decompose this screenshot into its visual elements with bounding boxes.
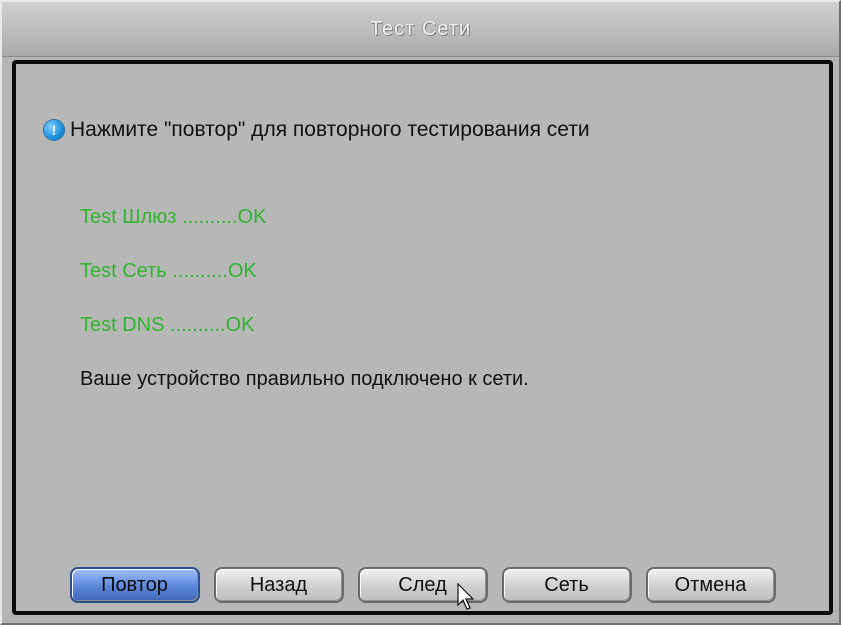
title-bar: Тест Сети: [2, 2, 839, 57]
test-result-gateway: Test Шлюз ..........OK: [80, 206, 267, 228]
connection-summary: Ваше устройство правильно подключено к с…: [80, 368, 529, 390]
back-button[interactable]: Назад: [213, 567, 344, 603]
hint-text: Нажмите "повтор" для повторного тестиров…: [70, 118, 590, 141]
cancel-button[interactable]: Отмена: [645, 567, 776, 603]
dialog-content: ! Нажмите "повтор" для повторного тестир…: [12, 60, 833, 615]
test-result-dns: Test DNS ..........OK: [80, 314, 255, 336]
dialog-title: Тест Сети: [369, 17, 472, 40]
hint-row: ! Нажмите "повтор" для повторного тестир…: [44, 118, 590, 142]
button-bar: Повтор Назад След Сеть Отмена: [16, 567, 829, 603]
retry-button[interactable]: Повтор: [69, 567, 200, 603]
mouse-cursor-icon: [457, 583, 475, 610]
test-result-network: Test Сеть ..........OK: [80, 260, 257, 282]
network-button[interactable]: Сеть: [501, 567, 632, 603]
network-test-dialog: Тест Сети ! Нажмите "повтор" для повторн…: [0, 0, 841, 625]
info-icon: !: [44, 120, 64, 140]
